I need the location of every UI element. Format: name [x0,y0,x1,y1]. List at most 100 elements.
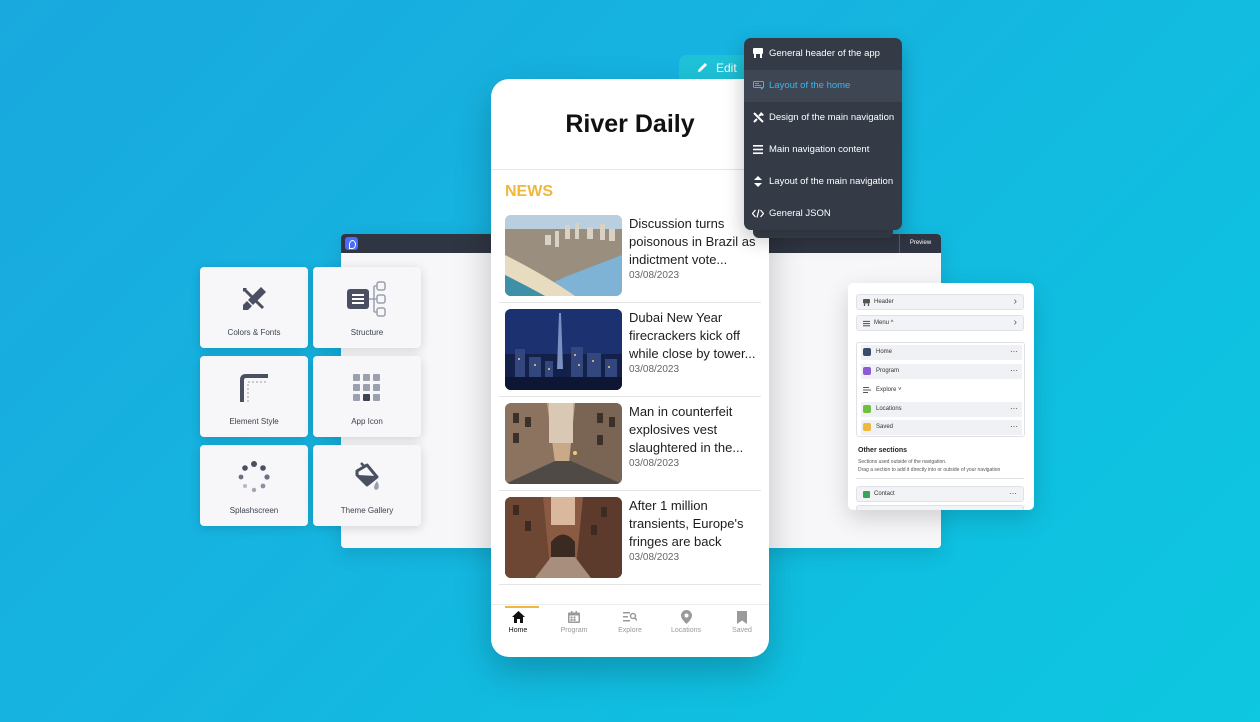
layout-icon [752,79,764,91]
location-pin-icon [863,405,871,413]
article-thumbnail [505,403,622,484]
edit-dropdown-menu: General header of the app Layout of the … [744,38,902,230]
pencil-icon [696,61,709,77]
app-title: River Daily [565,110,695,138]
nav-item-saved[interactable]: Saved ⋯ [861,420,1022,435]
tile-structure[interactable]: Structure [313,267,421,348]
bookmark-icon [863,423,871,431]
tab-label: Home [508,627,528,634]
navigation-panel: Header › Menu ^ › Home ⋯ Program ⋯ Explo… [848,283,1034,510]
nav-item-label: Home [876,349,893,355]
menu-item-layout-navigation[interactable]: Layout of the main navigation [744,166,902,198]
more-icon[interactable]: ⋯ [1010,422,1018,431]
tab-label: Locations [671,627,701,634]
article-date: 03/08/2023 [629,270,680,281]
menu-item-label: General JSON [769,208,831,219]
preview-button[interactable]: Preview [899,234,941,253]
nav-menu-row[interactable]: Menu ^ › [856,315,1024,331]
corner-style-icon [200,372,308,404]
tile-label: Theme Gallery [340,506,394,515]
header-icon [863,299,870,306]
nav-item-contact[interactable]: Contact ⋯ [856,486,1024,502]
menu-item-label: General header of the app [769,48,880,59]
tile-label: App Icon [351,417,383,426]
divider [856,478,1024,479]
article-card[interactable]: Discussion turns poisonous in Brazil as … [499,209,761,303]
tile-label: Element Style [229,417,279,426]
menu-item-general-json[interactable]: General JSON [744,198,902,230]
menu-item-design-navigation[interactable]: Design of the main navigation [744,102,902,134]
article-card[interactable]: Man in counterfeit explosives vest slaug… [499,397,761,491]
paint-brush-icon [200,283,308,315]
chevron-right-icon: › [1013,317,1017,328]
nav-item-explore[interactable]: Explore ˅ [861,383,1022,398]
menu-item-label: Design of the main navigation [769,112,895,123]
other-sections-description: Sections used outside of the navigation.… [858,459,1028,474]
nav-item-locations[interactable]: Locations ⋯ [861,402,1022,417]
calendar-icon [863,367,871,375]
article-headline: Discussion turns poisonous in Brazil as … [629,216,756,267]
article-date: 03/08/2023 [629,552,680,563]
tab-program[interactable]: Program [551,607,597,634]
tab-saved[interactable]: Saved [719,607,765,634]
menu-item-general-header[interactable]: General header of the app [744,38,902,70]
tile-element-style[interactable]: Element Style [200,356,308,437]
article-headline: After 1 million transients, Europe's fri… [629,498,744,549]
nav-menu-label: Menu ^ [874,320,894,326]
tile-splashscreen[interactable]: Splashscreen [200,445,308,526]
tile-label: Splashscreen [229,506,279,515]
tile-colors-fonts[interactable]: Colors & Fonts [200,267,308,348]
nav-item-program[interactable]: Program ⋯ [861,364,1022,379]
more-icon[interactable]: ⋯ [1009,489,1017,498]
article-headline: Dubai New Year firecrackers kick off whi… [629,310,756,361]
tab-label: Explore [618,627,642,634]
more-icon[interactable]: ⋯ [1010,366,1018,375]
explore-list-icon [607,607,653,627]
more-icon[interactable]: ⋯ [1010,404,1018,413]
nav-item-label: Program [876,368,900,374]
article-thumbnail [505,309,622,390]
tab-locations[interactable]: Locations [663,607,709,634]
article-headline: Man in counterfeit explosives vest slaug… [629,404,744,455]
up-down-icon [752,175,764,187]
menu-lines-icon [752,143,764,155]
article-date: 03/08/2023 [629,458,680,469]
tab-explore[interactable]: Explore [607,607,653,634]
design-tools-icon [752,111,764,123]
calendar-icon [551,607,597,627]
bookmark-icon [719,607,765,627]
nav-item-partial[interactable] [856,505,1024,510]
nav-items-list: Home ⋯ Program ⋯ Explore ˅ Locations ⋯ S… [856,342,1025,437]
menu-item-label: Main navigation content [769,144,870,155]
tile-label: Colors & Fonts [227,328,281,337]
description-line: Drag a section to add it directly into o… [858,466,1001,473]
news-section-heading: NEWS [505,183,553,200]
active-tab-indicator [505,606,539,608]
article-card[interactable]: Dubai New Year firecrackers kick off whi… [499,303,761,397]
tile-label: Structure [350,328,384,337]
article-date: 03/08/2023 [629,364,680,375]
nav-header-label: Header [874,299,894,305]
more-icon[interactable]: ⋯ [1010,347,1018,356]
mail-icon [863,491,870,498]
menu-item-navigation-content[interactable]: Main navigation content [744,134,902,166]
tile-theme-gallery[interactable]: Theme Gallery [313,445,421,526]
tab-home[interactable]: Home [495,606,541,634]
edit-tab-label: Edit [716,61,737,75]
home-icon [863,348,871,356]
location-pin-icon [663,607,709,627]
phone-preview: River Daily NEWS Discussion turns poison… [491,79,769,657]
nav-item-home[interactable]: Home ⋯ [861,345,1022,360]
nav-header-row[interactable]: Header › [856,294,1024,310]
nav-item-label: Saved [876,424,894,430]
chevron-right-icon: › [1013,296,1017,307]
nav-item-label: Explore ˅ [876,387,902,393]
structure-tree-icon [313,281,421,317]
header-icon [752,47,764,59]
menu-item-label: Layout of the home [769,80,851,91]
divider [491,169,769,170]
tile-app-icon[interactable]: App Icon [313,356,421,437]
menu-item-layout-home[interactable]: Layout of the home [744,70,902,102]
loading-spinner-icon [200,461,308,493]
article-card[interactable]: After 1 million transients, Europe's fri… [499,491,761,585]
